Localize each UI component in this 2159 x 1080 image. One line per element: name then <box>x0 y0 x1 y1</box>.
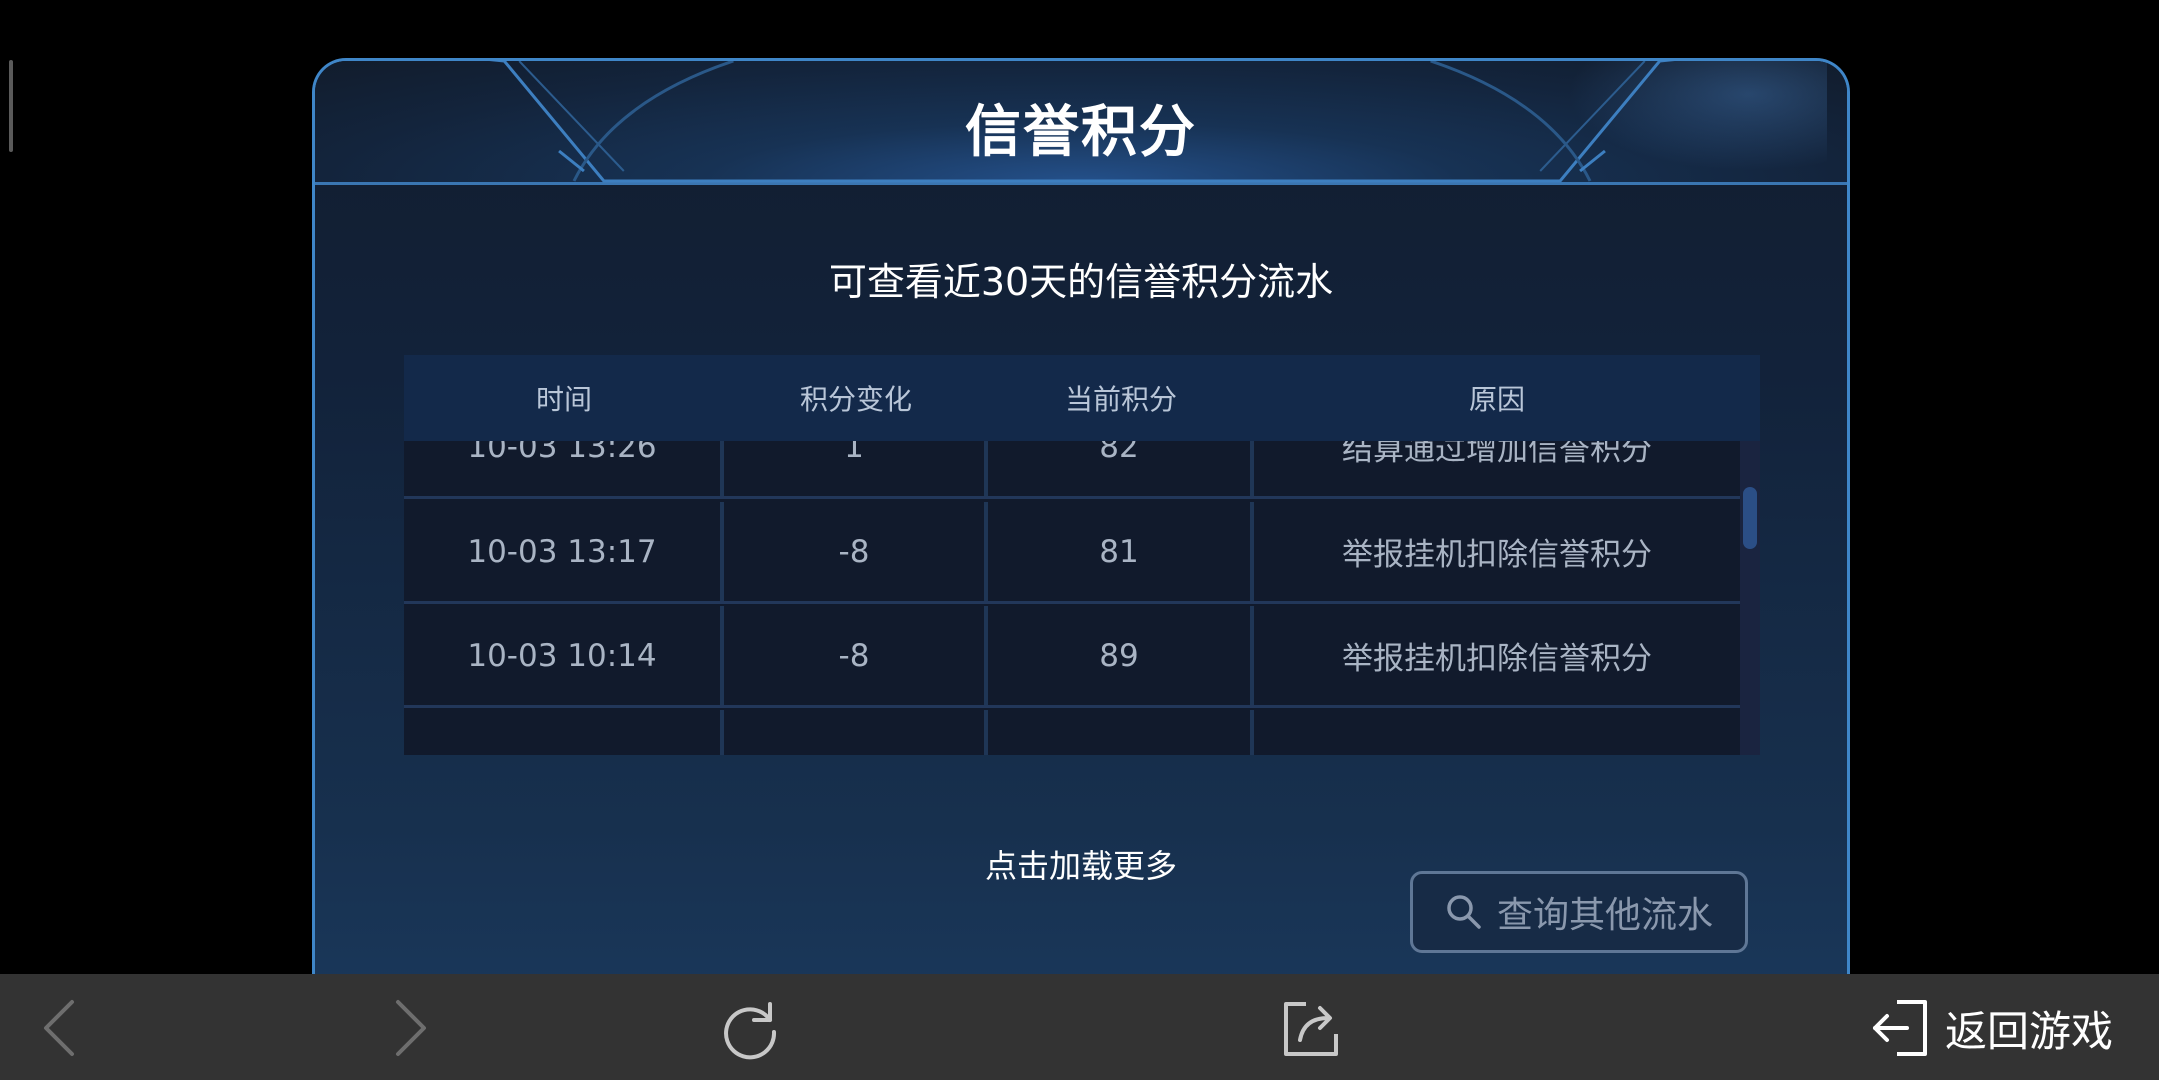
cell-current <box>988 710 1254 755</box>
cell-current: 82 <box>988 441 1254 496</box>
header-change: 积分变化 <box>799 383 912 416</box>
cell-reason: 结算通过增加信誉积分 <box>1342 441 1652 468</box>
cell-time <box>404 710 724 755</box>
table-header: 时间 积分变化 当前积分 原因 <box>404 355 1760 441</box>
query-other-records-button[interactable]: 查询其他流水 <box>1410 871 1748 953</box>
header-time: 时间 <box>535 383 592 416</box>
share-icon[interactable] <box>1280 996 1344 1060</box>
scrollbar-thumb[interactable] <box>1743 487 1757 549</box>
chevron-right-icon[interactable] <box>374 996 438 1060</box>
cell-change <box>724 710 988 755</box>
table-row: 10-03 13:17 -8 81 举报挂机扣除信誉积分 <box>404 502 1740 604</box>
search-icon <box>1447 895 1481 929</box>
return-to-game-button[interactable]: 返回游戏 <box>1867 996 2113 1060</box>
cell-reason: 举报挂机扣除信誉积分 <box>1342 537 1652 573</box>
cell-change: -8 <box>724 606 988 705</box>
screen: 信誉积分 可查看近30天的信誉积分流水 时间 积分变化 当前积分 原因 10-0… <box>0 0 2159 1080</box>
table-scrollbar[interactable] <box>1740 441 1760 755</box>
credit-score-panel: 信誉积分 可查看近30天的信誉积分流水 时间 积分变化 当前积分 原因 10-0… <box>312 58 1850 1080</box>
edge-handle[interactable] <box>9 60 13 152</box>
table-row: 10-03 10:14 -8 89 举报挂机扣除信誉积分 <box>404 606 1740 708</box>
return-to-game-label: 返回游戏 <box>1944 1006 2113 1056</box>
browser-bottom-bar: 返回游戏 <box>0 974 2159 1080</box>
panel-subtitle: 可查看近30天的信誉积分流水 <box>828 260 1334 304</box>
exit-icon <box>1872 1000 1927 1056</box>
header-reason: 原因 <box>1468 383 1525 416</box>
query-button-label: 查询其他流水 <box>1496 895 1713 936</box>
chevron-left-icon[interactable] <box>32 996 96 1060</box>
cell-change: -8 <box>724 502 988 601</box>
panel-title: 信誉积分 <box>965 100 1197 165</box>
cell-change: 1 <box>724 441 988 496</box>
cell-current: 89 <box>988 606 1254 705</box>
cell-time: 10-03 13:26 <box>404 441 724 496</box>
score-history-table: 时间 积分变化 当前积分 原因 10-03 13:26 1 82 结算通过增加信… <box>404 355 1760 755</box>
panel-header: 信誉积分 <box>315 61 1847 185</box>
table-row <box>404 710 1740 755</box>
cell-current: 81 <box>988 502 1254 601</box>
cell-reason: 举报挂机扣除信誉积分 <box>1342 641 1652 677</box>
refresh-icon[interactable] <box>718 996 782 1060</box>
header-current: 当前积分 <box>1064 383 1177 416</box>
cell-time: 10-03 13:17 <box>404 502 724 601</box>
table-row: 10-03 13:26 1 82 结算通过增加信誉积分 <box>404 441 1740 499</box>
cell-time: 10-03 10:14 <box>404 606 724 705</box>
cell-reason <box>1254 710 1740 755</box>
table-body[interactable]: 10-03 13:26 1 82 结算通过增加信誉积分 10-03 13:17 … <box>404 441 1740 755</box>
